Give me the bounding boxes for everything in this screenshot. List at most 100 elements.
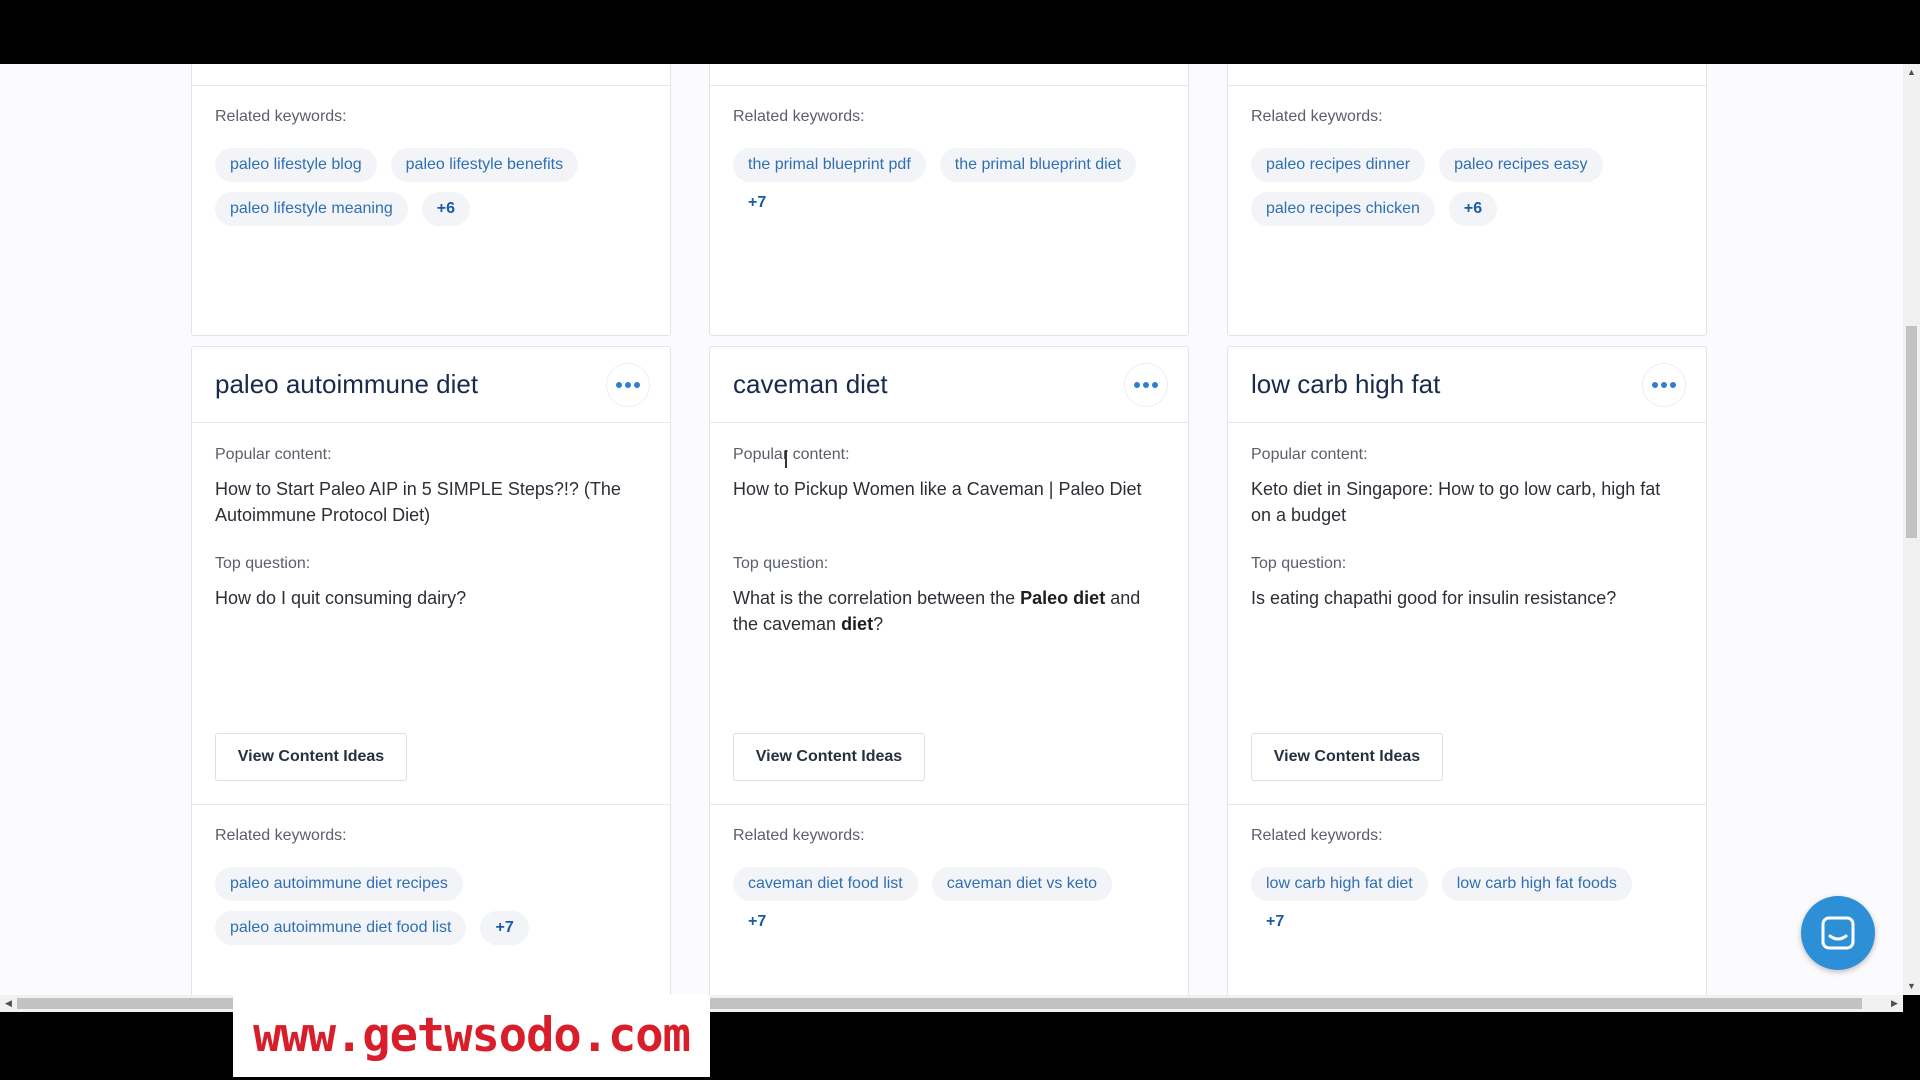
popular-content: Popular content: Keto diet in Singapore:… — [1228, 423, 1706, 553]
vertical-scroll-thumb[interactable] — [1906, 326, 1917, 538]
more-dots-icon — [1152, 382, 1158, 388]
chat-button[interactable] — [1801, 896, 1875, 970]
keyword-chips: the primal blueprint pdf the primal blue… — [733, 148, 1165, 220]
card-divider — [192, 804, 670, 805]
question-label: Top question: — [215, 555, 311, 572]
card-divider — [710, 804, 1188, 805]
popular-content: Popular content: How to Start Paleo AIP … — [192, 423, 670, 553]
related-label: Related keywords: — [733, 827, 865, 844]
keyword-card-low-carb-high-fat: low carb high fat Popular content: Keto … — [1227, 346, 1707, 995]
scroll-down-arrow-icon[interactable]: ▼ — [1903, 978, 1920, 995]
keyword-card-caveman-diet: caveman diet Popular content: How to Pic… — [709, 346, 1189, 995]
related-keywords: Related keywords: the primal blueprint p… — [733, 108, 1165, 220]
keyword-chip[interactable]: the primal blueprint diet — [939, 148, 1137, 182]
more-keywords-chip[interactable]: +7 — [480, 911, 529, 945]
question-text-part: Is eating chapathi good for insulin resi… — [1251, 588, 1617, 608]
keyword-chips: paleo recipes dinner paleo recipes easy … — [1251, 148, 1683, 226]
keyword-chips: paleo autoimmune diet recipes paleo auto… — [215, 867, 647, 945]
more-dots-icon — [1661, 382, 1667, 388]
more-dots-icon — [1670, 382, 1676, 388]
more-keywords-chip[interactable]: +7 — [1251, 905, 1299, 939]
top-question: Top question: What is the correlation be… — [710, 553, 1188, 688]
related-label: Related keywords: — [1251, 108, 1383, 125]
scroll-right-arrow-icon[interactable]: ▶ — [1886, 995, 1903, 1012]
card-title[interactable]: caveman diet — [733, 369, 888, 400]
view-content-ideas-button[interactable]: View Content Ideas — [215, 733, 407, 781]
card-title[interactable]: paleo autoimmune diet — [215, 369, 478, 400]
keyword-chip[interactable]: paleo recipes dinner — [1251, 148, 1426, 182]
keyword-chip[interactable]: paleo autoimmune diet food list — [215, 911, 467, 945]
card-header: caveman diet — [710, 347, 1188, 423]
card-header: paleo autoimmune diet — [192, 347, 670, 423]
card-divider — [710, 85, 1188, 86]
question-text[interactable]: How do I quit consuming dairy? — [215, 585, 647, 611]
related-label: Related keywords: — [215, 108, 347, 125]
top-question: Top question: Is eating chapathi good fo… — [1228, 553, 1706, 688]
text-cursor — [785, 450, 787, 468]
question-label: Top question: — [1251, 555, 1347, 572]
more-options-button[interactable] — [1124, 363, 1168, 407]
more-dots-icon — [1143, 382, 1149, 388]
more-dots-icon — [616, 382, 622, 388]
more-dots-icon — [625, 382, 631, 388]
popular-label: Popular content: — [215, 446, 332, 463]
popular-label: Popular content: — [1251, 446, 1368, 463]
related-keywords: Related keywords: caveman diet food list… — [733, 827, 1165, 939]
scroll-left-arrow-icon[interactable]: ◀ — [0, 995, 17, 1012]
popular-text[interactable]: Keto diet in Singapore: How to go low ca… — [1251, 476, 1683, 528]
more-keywords-chip[interactable]: +7 — [733, 905, 781, 939]
question-highlight: Paleo diet — [1020, 588, 1106, 608]
card-divider — [1228, 804, 1706, 805]
keyword-chip[interactable]: paleo lifestyle benefits — [390, 148, 579, 182]
more-options-button[interactable] — [606, 363, 650, 407]
keyword-chips: low carb high fat diet low carb high fat… — [1251, 867, 1683, 939]
question-label: Top question: — [733, 555, 829, 572]
scroll-up-arrow-icon[interactable]: ▲ — [1903, 64, 1920, 81]
keyword-chip[interactable]: caveman diet food list — [733, 867, 918, 901]
related-keywords: Related keywords: paleo recipes dinner p… — [1251, 108, 1683, 226]
chat-icon — [1821, 916, 1855, 950]
popular-text[interactable]: How to Start Paleo AIP in 5 SIMPLE Steps… — [215, 476, 647, 528]
related-keywords: Related keywords: paleo lifestyle blog p… — [215, 108, 647, 226]
related-label: Related keywords: — [215, 827, 347, 844]
related-keywords: Related keywords: low carb high fat diet… — [1251, 827, 1683, 939]
popular-text[interactable]: How to Pickup Women like a Caveman | Pal… — [733, 476, 1165, 502]
question-highlight: diet — [841, 614, 874, 634]
related-label: Related keywords: — [1251, 827, 1383, 844]
more-options-button[interactable] — [1642, 363, 1686, 407]
keyword-chip[interactable]: paleo recipes chicken — [1251, 192, 1435, 226]
question-text-part: What is the correlation between the — [733, 588, 1021, 608]
keyword-chip[interactable]: paleo autoimmune diet recipes — [215, 867, 463, 901]
more-dots-icon — [1134, 382, 1140, 388]
keyword-chip[interactable]: paleo lifestyle blog — [215, 148, 377, 182]
question-text[interactable]: What is the correlation between the Pale… — [733, 585, 1165, 637]
popular-label: Popular content: — [733, 446, 850, 463]
more-dots-icon — [1652, 382, 1658, 388]
keyword-chip[interactable]: paleo lifestyle meaning — [215, 192, 408, 226]
more-dots-icon — [634, 382, 640, 388]
keyword-card-paleo-autoimmune-diet: paleo autoimmune diet Popular content: H… — [191, 346, 671, 995]
keyword-chips: paleo lifestyle blog paleo lifestyle ben… — [215, 148, 647, 226]
card-title[interactable]: low carb high fat — [1251, 369, 1440, 400]
more-keywords-chip[interactable]: +6 — [1448, 192, 1498, 226]
question-text-part: How do I quit consuming dairy? — [215, 588, 467, 608]
keyword-chips: caveman diet food list caveman diet vs k… — [733, 867, 1165, 939]
keyword-chip[interactable]: paleo recipes easy — [1439, 148, 1603, 182]
question-text-part: ? — [873, 614, 884, 634]
card-header: low carb high fat — [1228, 347, 1706, 423]
more-keywords-chip[interactable]: +7 — [733, 186, 781, 220]
keyword-chip[interactable]: low carb high fat diet — [1251, 867, 1428, 901]
keyword-chip[interactable]: low carb high fat foods — [1441, 867, 1632, 901]
top-black-bar — [0, 0, 1920, 64]
popular-content: Popular content: How to Pickup Women lik… — [710, 423, 1188, 553]
keyword-card-primal-blueprint: Related keywords: the primal blueprint p… — [709, 64, 1189, 336]
keyword-card-paleo-recipes: Related keywords: paleo recipes dinner p… — [1227, 64, 1707, 336]
view-content-ideas-button[interactable]: View Content Ideas — [733, 733, 925, 781]
keyword-chip[interactable]: caveman diet vs keto — [931, 867, 1113, 901]
keyword-chip[interactable]: the primal blueprint pdf — [733, 148, 926, 182]
related-keywords: Related keywords: paleo autoimmune diet … — [215, 827, 647, 945]
vertical-scrollbar[interactable]: ▲ ▼ — [1903, 64, 1920, 995]
more-keywords-chip[interactable]: +6 — [421, 192, 471, 226]
view-content-ideas-button[interactable]: View Content Ideas — [1251, 733, 1443, 781]
question-text[interactable]: Is eating chapathi good for insulin resi… — [1251, 585, 1683, 611]
